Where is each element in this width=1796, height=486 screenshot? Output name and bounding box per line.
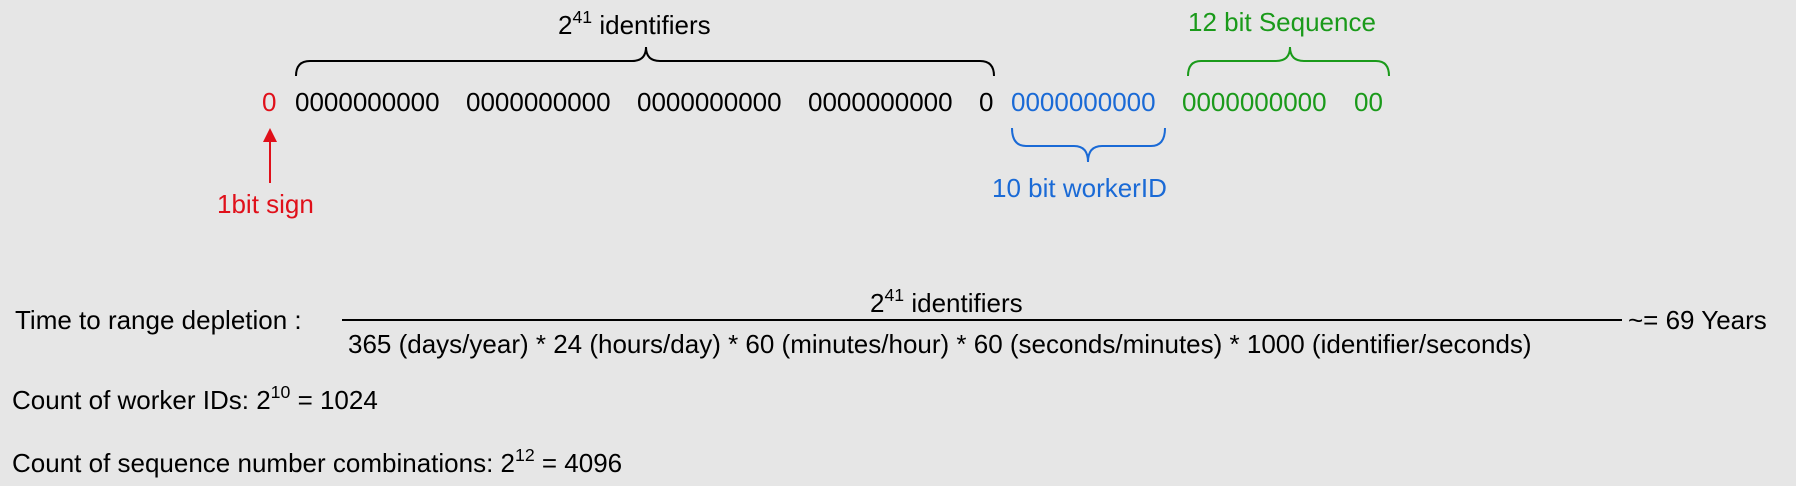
sequence-brace xyxy=(1187,46,1390,77)
worker-count: Count of worker IDs: 210 = 1024 xyxy=(12,382,378,415)
formula-result: ~= 69 Years xyxy=(1628,305,1767,335)
sign-arrow-head xyxy=(263,128,277,142)
worker-bits: 0000000000 xyxy=(1011,87,1156,117)
formula-denominator: 365 (days/year) * 24 (hours/day) * 60 (m… xyxy=(348,329,1532,359)
timestamp-bits-group-4: 0000000000 xyxy=(808,87,953,117)
formula-lhs: Time to range depletion : xyxy=(15,305,302,335)
snowflake-id-diagram: 241 identifiers 12 bit Sequence 0 000000… xyxy=(0,0,1796,486)
timestamp-bits-group-2: 0000000000 xyxy=(466,87,611,117)
timestamp-bits-group-5: 0 xyxy=(979,87,994,117)
timestamp-brace xyxy=(295,46,995,77)
timestamp-bits-group-3: 0000000000 xyxy=(637,87,782,117)
worker-brace xyxy=(1011,127,1166,163)
formula-numerator: 241 identifiers xyxy=(870,285,1023,318)
sign-label: 1bit sign xyxy=(217,189,314,219)
sequence-count: Count of sequence number combinations: 2… xyxy=(12,445,623,478)
sequence-bits-group-1: 0000000000 xyxy=(1182,87,1327,117)
sign-bit: 0 xyxy=(262,87,277,117)
sequence-bits-group-2: 00 xyxy=(1354,87,1383,117)
timestamp-label: 241 identifiers xyxy=(558,7,711,40)
timestamp-bits-group-1: 0000000000 xyxy=(295,87,440,117)
worker-label: 10 bit workerID xyxy=(992,173,1167,203)
sequence-label: 12 bit Sequence xyxy=(1188,7,1376,37)
